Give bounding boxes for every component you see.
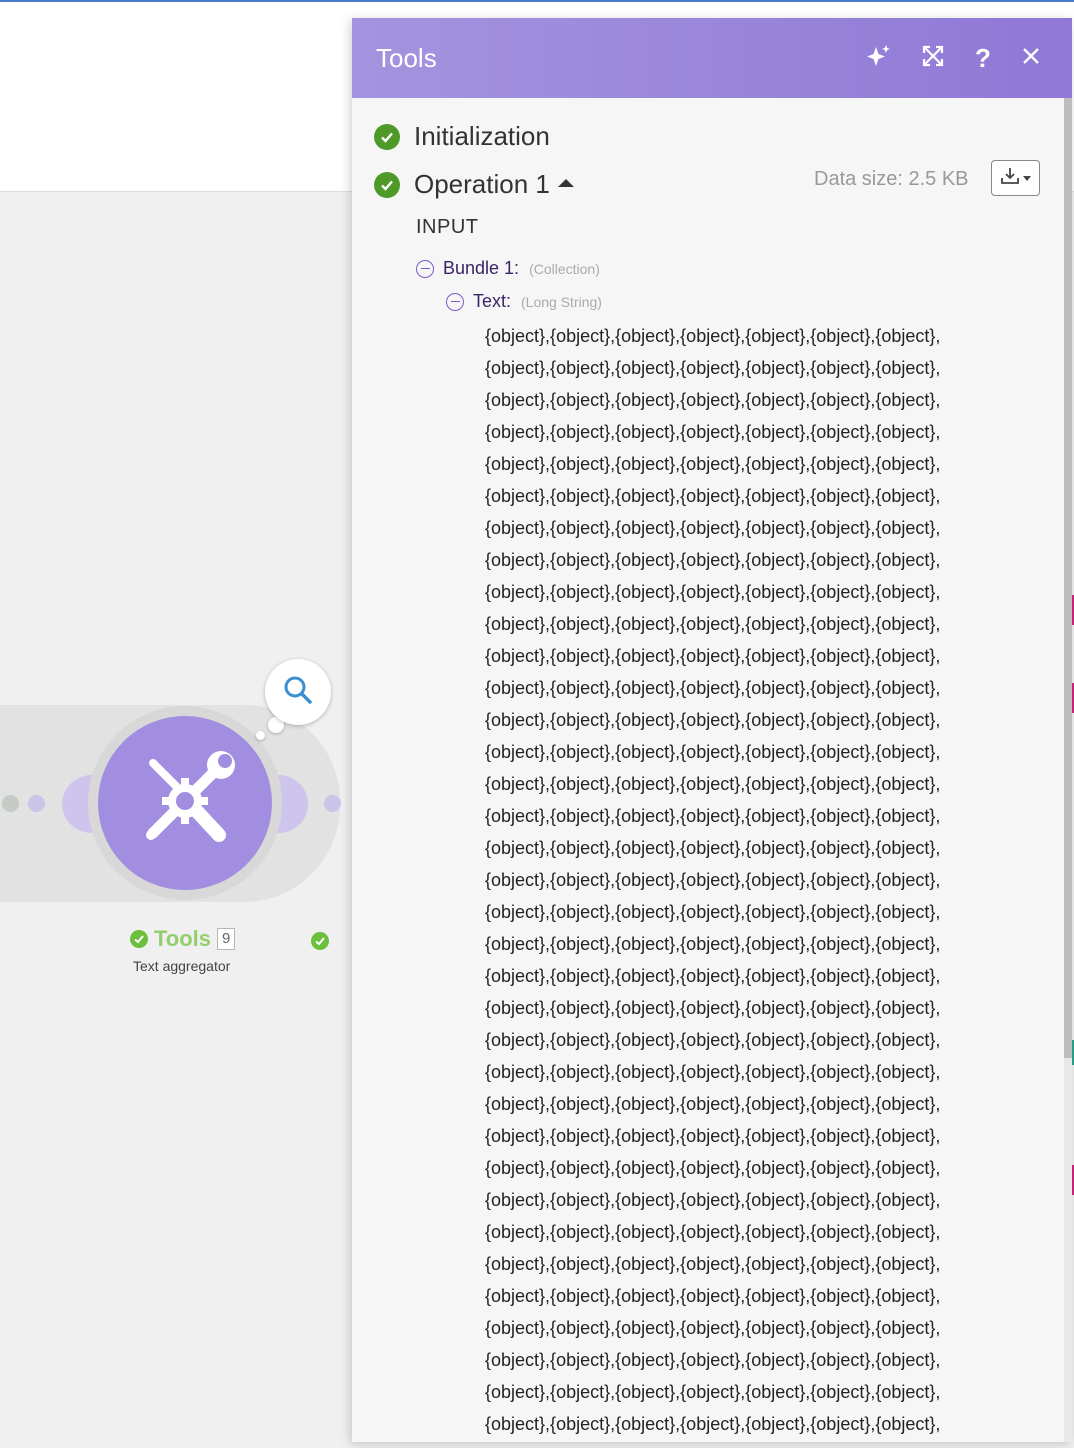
step-label: Operation 1 xyxy=(414,169,550,199)
expand-icon xyxy=(922,45,944,72)
text-value-line: {object},{object},{object},{object},{obj… xyxy=(485,454,941,474)
bubble-tail xyxy=(256,731,265,740)
step-label: Initialization xyxy=(414,121,550,151)
success-check-icon xyxy=(374,171,400,198)
text-value-line: {object},{object},{object},{object},{obj… xyxy=(485,934,941,954)
expand-button[interactable] xyxy=(913,38,953,78)
help-button[interactable]: ? xyxy=(963,38,1003,78)
text-value-line: {object},{object},{object},{object},{obj… xyxy=(485,1318,941,1338)
text-value-line: {object},{object},{object},{object},{obj… xyxy=(485,998,941,1018)
search-icon xyxy=(283,675,313,710)
text-value-line: {object},{object},{object},{object},{obj… xyxy=(485,1222,941,1242)
module-op-count: 9 xyxy=(217,928,236,950)
step-initialization[interactable]: Initialization xyxy=(374,121,550,152)
inspect-bubble[interactable] xyxy=(265,659,331,725)
text-value-line: {object},{object},{object},{object},{obj… xyxy=(485,1190,941,1210)
tree-type: (Collection) xyxy=(529,260,600,277)
input-heading: INPUT xyxy=(416,216,479,238)
text-value-line: {object},{object},{object},{object},{obj… xyxy=(485,774,941,794)
tree-key: Text: xyxy=(473,291,512,311)
ai-assist-button[interactable] xyxy=(859,38,899,78)
text-value-line: {object},{object},{object},{object},{obj… xyxy=(485,678,941,698)
text-value-line: {object},{object},{object},{object},{obj… xyxy=(485,1030,941,1050)
success-check-icon xyxy=(311,932,329,950)
text-value-line: {object},{object},{object},{object},{obj… xyxy=(485,550,941,570)
collapse-minus-icon[interactable] xyxy=(416,259,434,278)
route-dot xyxy=(2,795,19,812)
step-operation-1[interactable]: Operation 1 xyxy=(374,169,574,200)
text-value: {object},{object},{object},{object},{obj… xyxy=(485,320,1045,1440)
text-value-line: {object},{object},{object},{object},{obj… xyxy=(485,390,941,410)
collapse-caret-icon[interactable] xyxy=(557,178,574,187)
panel-header: Tools ? xyxy=(352,18,1072,98)
text-value-line: {object},{object},{object},{object},{obj… xyxy=(485,1414,941,1434)
module-title-row: Tools 9 xyxy=(130,926,236,952)
collapse-minus-icon[interactable] xyxy=(446,292,464,311)
tools-icon xyxy=(125,741,245,866)
panel-title: Tools xyxy=(376,42,437,73)
text-value-line: {object},{object},{object},{object},{obj… xyxy=(485,614,941,634)
data-size: Data size: 2.5 KB xyxy=(814,168,969,190)
text-value-line: {object},{object},{object},{object},{obj… xyxy=(485,966,941,986)
close-icon xyxy=(1022,47,1040,70)
output-inspector-panel: Tools ? Initialization Operation 1 Data … xyxy=(352,18,1072,1442)
text-value-line: {object},{object},{object},{object},{obj… xyxy=(485,902,941,922)
text-value-line: {object},{object},{object},{object},{obj… xyxy=(485,1254,941,1274)
module-subtitle: Text aggregator xyxy=(133,958,231,974)
text-value-line: {object},{object},{object},{object},{obj… xyxy=(485,1062,941,1082)
route-dot xyxy=(28,795,45,812)
tree-key: Bundle 1: xyxy=(443,258,520,278)
success-check-icon xyxy=(374,123,400,150)
scrollbar-thumb[interactable] xyxy=(1064,98,1072,1058)
text-value-line: {object},{object},{object},{object},{obj… xyxy=(485,1382,941,1402)
tools-module[interactable] xyxy=(98,716,272,890)
chevron-down-icon xyxy=(1023,175,1031,181)
text-value-line: {object},{object},{object},{object},{obj… xyxy=(485,1158,941,1178)
text-value-line: {object},{object},{object},{object},{obj… xyxy=(485,422,941,442)
text-value-line: {object},{object},{object},{object},{obj… xyxy=(485,838,941,858)
tree-node-text: Text: (Long String) xyxy=(446,291,602,312)
text-value-line: {object},{object},{object},{object},{obj… xyxy=(485,326,941,346)
route-dot xyxy=(324,795,341,812)
success-check-icon xyxy=(130,930,148,948)
tree-type: (Long String) xyxy=(521,293,602,310)
tree-node-bundle: Bundle 1: (Collection) xyxy=(416,258,600,279)
text-value-line: {object},{object},{object},{object},{obj… xyxy=(485,1286,941,1306)
text-value-line: {object},{object},{object},{object},{obj… xyxy=(485,1350,941,1370)
text-value-line: {object},{object},{object},{object},{obj… xyxy=(485,710,941,730)
text-value-line: {object},{object},{object},{object},{obj… xyxy=(485,1126,941,1146)
text-value-line: {object},{object},{object},{object},{obj… xyxy=(485,870,941,890)
text-value-line: {object},{object},{object},{object},{obj… xyxy=(485,486,941,506)
sparkles-icon xyxy=(866,43,892,74)
text-value-line: {object},{object},{object},{object},{obj… xyxy=(485,742,941,762)
text-value-line: {object},{object},{object},{object},{obj… xyxy=(485,358,941,378)
text-value-line: {object},{object},{object},{object},{obj… xyxy=(485,518,941,538)
text-value-line: {object},{object},{object},{object},{obj… xyxy=(485,806,941,826)
download-icon xyxy=(1000,167,1020,190)
text-value-line: {object},{object},{object},{object},{obj… xyxy=(485,582,941,602)
text-value-line: {object},{object},{object},{object},{obj… xyxy=(485,646,941,666)
download-button[interactable] xyxy=(991,160,1040,196)
module-name: Tools xyxy=(154,926,212,951)
text-value-line: {object},{object},{object},{object},{obj… xyxy=(485,1094,941,1114)
close-button[interactable] xyxy=(1011,38,1051,78)
